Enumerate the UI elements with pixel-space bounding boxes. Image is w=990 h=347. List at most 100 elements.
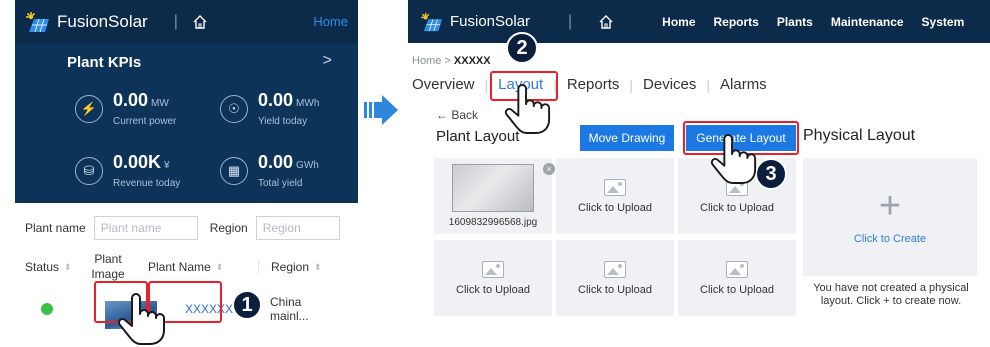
- kpi-label: Revenue today: [113, 178, 181, 189]
- tab-divider: |: [706, 76, 711, 93]
- tab-alarms[interactable]: Alarms: [720, 76, 767, 93]
- hand-pointer-icon: [117, 293, 165, 345]
- arrow-right-icon: [364, 95, 398, 125]
- tab-reports[interactable]: Reports: [567, 76, 620, 93]
- hand-pointer-icon: [710, 133, 757, 184]
- kpi-yield-today: ☉ 0.00 MWh Yield today: [220, 90, 319, 127]
- brand-name: FusionSolar: [450, 13, 531, 30]
- hand-pointer-icon: [504, 83, 551, 134]
- image-icon: [604, 260, 626, 278]
- create-label: Click to Create: [853, 233, 927, 245]
- sun-icon: ☉: [220, 94, 248, 123]
- col-status-label: Status: [25, 260, 60, 274]
- plant-layout-screen: FusionSolar | Home Reports Plants Mainte…: [408, 0, 990, 323]
- upload-tile[interactable]: Click to Upload: [678, 240, 796, 316]
- sort-icon[interactable]: ⬍: [314, 262, 322, 273]
- coins-icon: ⛁: [75, 156, 103, 185]
- chevron-right-icon[interactable]: >: [323, 52, 332, 70]
- nav-maintenance[interactable]: Maintenance: [831, 15, 904, 29]
- upload-tile[interactable]: Click to Upload: [556, 240, 674, 316]
- region-label: Region: [209, 221, 248, 235]
- plant-kpi-card: Plant KPIs > ⚡ 0.00 MW Current power ☉ 0.…: [15, 43, 358, 203]
- tab-devices[interactable]: Devices: [643, 76, 696, 93]
- divider: |: [568, 12, 573, 30]
- brand[interactable]: FusionSolar: [25, 11, 148, 33]
- kpi-label: Yield today: [258, 116, 308, 127]
- nav-home[interactable]: Home: [662, 15, 695, 29]
- table-header: Status ⬍ Plant Image Plant Name ⬍ Region ⬍: [25, 252, 358, 282]
- back-label: Back: [451, 108, 479, 122]
- region-cell: China mainl...: [270, 295, 309, 323]
- plant-name-input[interactable]: Plant name: [93, 216, 198, 240]
- top-navbar: FusionSolar | Home: [15, 0, 358, 43]
- drawing-thumbnail: [452, 164, 534, 212]
- plant-list-screen: FusionSolar | Home Plant KPIs > ⚡ 0.00 MW…: [15, 0, 358, 347]
- tab-divider: |: [484, 76, 489, 93]
- col-status[interactable]: Status ⬍: [25, 260, 83, 274]
- kpi-value: 0.00: [258, 90, 294, 110]
- kpi-current-power: ⚡ 0.00 MW Current power: [75, 90, 176, 127]
- col-region[interactable]: Region ⬍: [258, 260, 338, 274]
- close-icon[interactable]: ×: [543, 163, 555, 175]
- home-link[interactable]: Home: [313, 14, 348, 29]
- home-icon[interactable]: [598, 14, 614, 30]
- upload-label: Click to Upload: [578, 283, 652, 296]
- kpi-label: Current power: [113, 116, 177, 127]
- solar-panel-icon: ▦: [220, 156, 248, 185]
- drawing-file-name: 1609832996568.jpg: [448, 217, 538, 228]
- nav-system[interactable]: System: [922, 15, 965, 29]
- kpi-revenue-today: ⛁ 0.00K ¥ Revenue today: [75, 152, 180, 189]
- col-plant-image: Plant Image: [91, 252, 125, 281]
- upload-label: Click to Upload: [456, 283, 530, 296]
- move-drawing-button[interactable]: Move Drawing: [580, 125, 674, 151]
- region-input[interactable]: Region: [255, 216, 340, 240]
- kpi-label: Total yield: [258, 178, 303, 189]
- upload-label: Click to Upload: [578, 201, 652, 214]
- kpi-unit: MW: [151, 98, 169, 109]
- col-plant-name-label: Plant Name: [148, 260, 211, 274]
- tab-overview[interactable]: Overview: [412, 76, 475, 93]
- sort-icon[interactable]: ⬍: [64, 262, 72, 273]
- home-icon[interactable]: [192, 14, 208, 30]
- filter-bar: Plant name Plant name Region Region: [25, 216, 358, 240]
- kpi-unit: ¥: [164, 160, 170, 171]
- upload-label: Click to Upload: [700, 283, 774, 296]
- kpi-total-yield: ▦ 0.00 GWh Total yield: [220, 152, 319, 189]
- upload-tile[interactable]: Click to Upload: [434, 240, 552, 316]
- tutorial-stage: FusionSolar | Home Plant KPIs > ⚡ 0.00 MW…: [0, 0, 990, 347]
- sort-icon[interactable]: ⬍: [216, 262, 224, 273]
- plant-name-label: Plant name: [25, 221, 86, 235]
- top-navbar: FusionSolar | Home Reports Plants Mainte…: [408, 0, 990, 43]
- divider: |: [173, 12, 178, 30]
- kpi-unit: MWh: [296, 98, 320, 109]
- drawing-tile[interactable]: 1609832996568.jpg ×: [434, 158, 555, 234]
- upload-tile[interactable]: Click to Upload: [556, 158, 674, 234]
- breadcrumb: Home > XXXXX: [412, 55, 491, 67]
- arrow-left-icon: ←: [436, 108, 448, 122]
- back-link[interactable]: ← Back: [436, 108, 478, 122]
- image-icon: [482, 260, 504, 278]
- fusionsolar-logo-icon: [421, 12, 442, 31]
- tab-divider: |: [629, 76, 634, 93]
- image-icon: [604, 178, 626, 196]
- plus-icon[interactable]: +: [879, 187, 901, 225]
- breadcrumb-separator: >: [444, 55, 451, 67]
- nav-reports[interactable]: Reports: [714, 15, 759, 29]
- status-cell: [25, 303, 83, 315]
- kpi-title: Plant KPIs: [67, 54, 142, 71]
- step-badge-1: 1: [232, 290, 262, 320]
- breadcrumb-home[interactable]: Home: [412, 55, 441, 67]
- status-online-dot: [41, 303, 53, 315]
- fusionsolar-logo-icon: [26, 11, 49, 32]
- brand-name: FusionSolar: [57, 11, 148, 31]
- kpi-value: 0.00: [113, 90, 149, 110]
- create-layout-tile[interactable]: + Click to Create: [803, 158, 977, 276]
- nav-plants[interactable]: Plants: [777, 15, 813, 29]
- physical-layout-heading: Physical Layout: [803, 127, 916, 144]
- brand[interactable]: FusionSolar: [420, 12, 568, 32]
- col-plant-name[interactable]: Plant Name ⬍: [133, 260, 258, 274]
- kpi-value: 0.00K: [113, 152, 162, 172]
- upload-label: Click to Upload: [700, 201, 774, 214]
- step-badge-2: 2: [506, 32, 538, 64]
- step-badge-3: 3: [755, 158, 787, 190]
